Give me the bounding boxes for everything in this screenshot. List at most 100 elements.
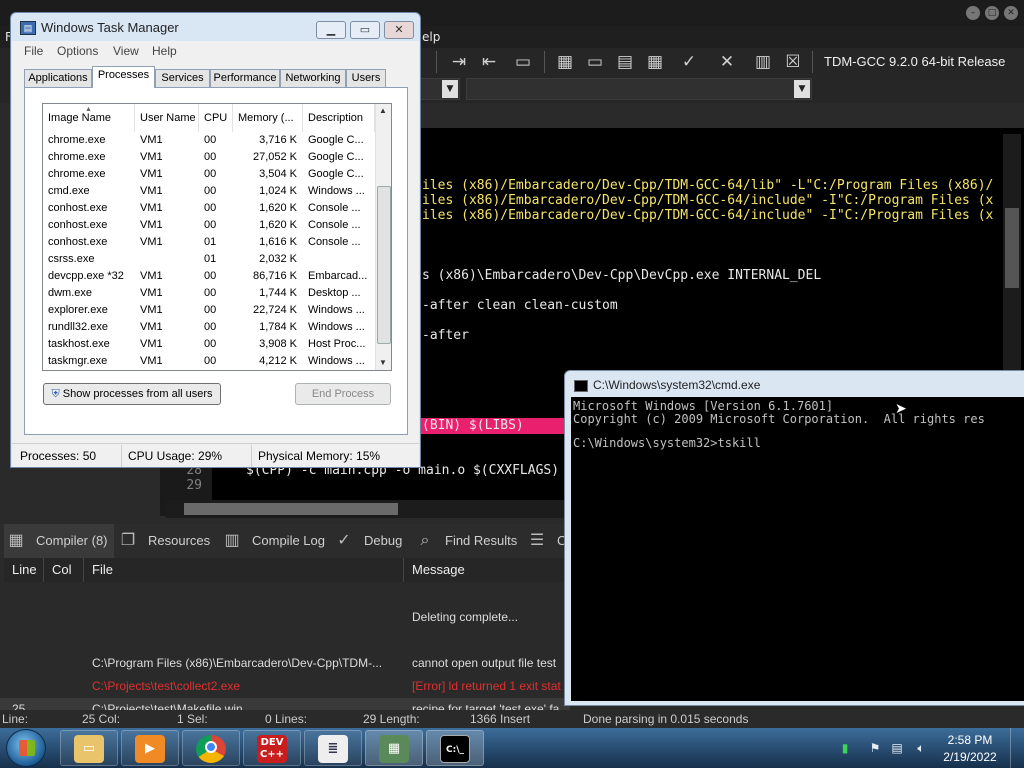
column-header-cpu[interactable]: CPU (199, 104, 233, 132)
tab-close[interactable]: ☰ C (525, 524, 567, 558)
compile-run-icon[interactable]: ▤ (612, 49, 638, 75)
column-header-message[interactable]: Message (404, 558, 570, 582)
process-row[interactable]: taskhost.exe VM1 00 3,908 K Host Proc... (43, 336, 377, 353)
run-icon[interactable]: ▭ (582, 49, 608, 75)
process-row[interactable]: dwm.exe VM1 00 1,744 K Desktop ... (43, 285, 377, 302)
end-process-button[interactable]: End Process (295, 383, 391, 405)
process-row[interactable]: taskmgr.exe VM1 00 4,212 K Windows ... (43, 353, 377, 370)
menu-view[interactable]: View (113, 44, 139, 58)
column-header-line[interactable]: Line (4, 558, 44, 582)
start-button[interactable] (6, 729, 46, 767)
close-button[interactable]: ✕ (384, 21, 414, 39)
comment-icon[interactable]: ▭ (510, 49, 536, 75)
tab-resources[interactable]: ❐ Resources (116, 524, 210, 558)
status-cpu: CPU Usage: 29% (122, 445, 252, 467)
taskbar-explorer[interactable]: ▭ (60, 730, 118, 766)
stop-icon[interactable]: ✕ (714, 49, 740, 75)
minimize-icon[interactable]: – (966, 6, 980, 20)
column-header-memory[interactable]: Memory (... (233, 104, 303, 132)
taskbar-chrome[interactable] (182, 730, 240, 766)
maximize-icon: ▭ (359, 24, 371, 36)
message-row[interactable] (0, 629, 570, 652)
process-row[interactable]: conhost.exe VM1 00 1,620 K Console ... (43, 200, 377, 217)
menu-help[interactable]: Help (152, 44, 177, 58)
process-row[interactable]: rundll32.exe VM1 00 1,784 K Windows ... (43, 319, 377, 336)
compile-icon[interactable]: ▦ (552, 49, 578, 75)
process-row[interactable]: conhost.exe VM1 00 1,620 K Console ... (43, 217, 377, 234)
menu-help[interactable]: elp (422, 30, 440, 44)
taskbar-notepad[interactable]: ≣ (304, 730, 362, 766)
check-icon[interactable]: ✓ (676, 49, 702, 75)
taskbar-media-player[interactable]: ▶ (121, 730, 179, 766)
taskbar-task-manager[interactable]: ▦ (365, 730, 423, 766)
tab-performance[interactable]: Performance (210, 69, 280, 87)
column-header-file[interactable]: File (84, 558, 404, 582)
indent-icon[interactable]: ⇥ (446, 49, 472, 75)
menu-options[interactable]: Options (57, 44, 98, 58)
tab-networking[interactable]: Networking (280, 69, 346, 87)
editor-horizontal-scrollbar[interactable] (166, 500, 566, 518)
close-icon[interactable]: ✕ (1004, 6, 1018, 20)
tab-services[interactable]: Services (155, 69, 210, 87)
clock-time[interactable]: 2:58 PM (938, 733, 1002, 747)
minimize-button[interactable]: ▁ (316, 21, 346, 39)
class-combo[interactable]: ▼ (420, 78, 460, 100)
tab-find-results[interactable]: ⌕ Find Results (413, 524, 518, 558)
process-description: Embarcad... (308, 270, 368, 282)
maximize-button[interactable]: ▭ (350, 21, 380, 39)
process-list-scrollbar[interactable]: ▲ ▼ (375, 104, 391, 370)
unindent-icon[interactable]: ⇤ (476, 49, 502, 75)
code-line: -after (422, 328, 469, 343)
process-cpu: 00 (204, 338, 217, 350)
message-row[interactable] (0, 583, 570, 606)
action-center-icon[interactable]: ⚑ (868, 741, 882, 755)
network-activity-icon[interactable]: ▮ (838, 741, 852, 755)
column-header-user-name[interactable]: User Name (135, 104, 199, 132)
tab-compile-log[interactable]: ▥ Compile Log (220, 524, 325, 558)
process-row[interactable]: cmd.exe VM1 00 1,024 K Windows ... (43, 183, 377, 200)
compiler-select[interactable]: TDM-GCC 9.2.0 64-bit Release (818, 49, 1024, 75)
scroll-up-icon[interactable]: ▲ (379, 106, 387, 115)
tab-applications[interactable]: Applications (24, 69, 92, 87)
process-row[interactable]: chrome.exe VM1 00 3,504 K Google C... (43, 166, 377, 183)
process-row[interactable]: conhost.exe VM1 01 1,616 K Console ... (43, 234, 377, 251)
member-combo[interactable]: ▼ (466, 78, 812, 100)
network-icon[interactable]: ▤ (890, 741, 904, 755)
volume-icon[interactable]: 🔈︎ (914, 741, 928, 755)
restore-icon[interactable]: □ (985, 6, 999, 20)
tab-processes[interactable]: Processes (92, 66, 155, 88)
column-header-col[interactable]: Col (44, 558, 84, 582)
tab-users[interactable]: Users (346, 69, 386, 87)
process-memory: 2,032 K (259, 253, 297, 265)
clock-date[interactable]: 2/19/2022 (938, 750, 1002, 764)
process-row[interactable]: test.exeVM1011,000 K (43, 370, 377, 371)
message-row[interactable]: C:\Program Files (x86)\Embarcadero\Dev-C… (0, 652, 570, 675)
process-image-name: conhost.exe (48, 219, 108, 231)
process-row[interactable]: devcpp.exe *32 VM1 00 86,716 K Embarcad... (43, 268, 377, 285)
process-row[interactable]: chrome.exe VM1 00 3,716 K Google C... (43, 132, 377, 149)
process-row[interactable]: explorer.exe VM1 00 22,724 K Windows ... (43, 302, 377, 319)
process-row[interactable]: csrss.exe 01 2,032 K (43, 251, 377, 268)
tab-compiler[interactable]: ▦ Compiler (8) (4, 524, 114, 558)
show-all-processes-button[interactable]: ⛨ Show processes from all users (43, 383, 221, 405)
rebuild-icon[interactable]: ▦ (642, 49, 668, 75)
cmd-console[interactable]: Microsoft Windows [Version 6.1.7601] Cop… (571, 397, 1024, 701)
cmd-window[interactable]: C:\Windows\system32\cmd.exe Microsoft Wi… (564, 370, 1024, 706)
taskbar-devcpp[interactable]: DEV C++ (243, 730, 301, 766)
process-row[interactable]: chrome.exe VM1 00 27,052 K Google C... (43, 149, 377, 166)
tab-debug[interactable]: ✓ Debug (332, 524, 402, 558)
process-list[interactable]: Image Name User Name CPU Memory (... Des… (42, 103, 392, 371)
show-desktop-button[interactable] (1010, 728, 1024, 768)
delete-profile-icon[interactable]: ☒ (780, 49, 806, 75)
scroll-down-icon[interactable]: ▼ (379, 358, 387, 367)
taskbar-cmd[interactable]: C:\_ (426, 730, 484, 766)
column-header-description[interactable]: Description (303, 104, 375, 132)
message-row[interactable]: C:\Projects\test\collect2.exe [Error] ld … (0, 675, 570, 698)
task-manager-icon: ▤ (20, 21, 36, 35)
scroll-thumb[interactable] (377, 186, 391, 344)
close-icon: ✕ (394, 24, 404, 36)
menu-file[interactable]: File (24, 44, 43, 58)
message-row[interactable]: Deleting complete... (0, 606, 570, 629)
profile-icon[interactable]: ▥ (750, 49, 776, 75)
code-line: iles (x86)/Embarcadero/Dev-Cpp/TDM-GCC-6… (422, 208, 994, 223)
